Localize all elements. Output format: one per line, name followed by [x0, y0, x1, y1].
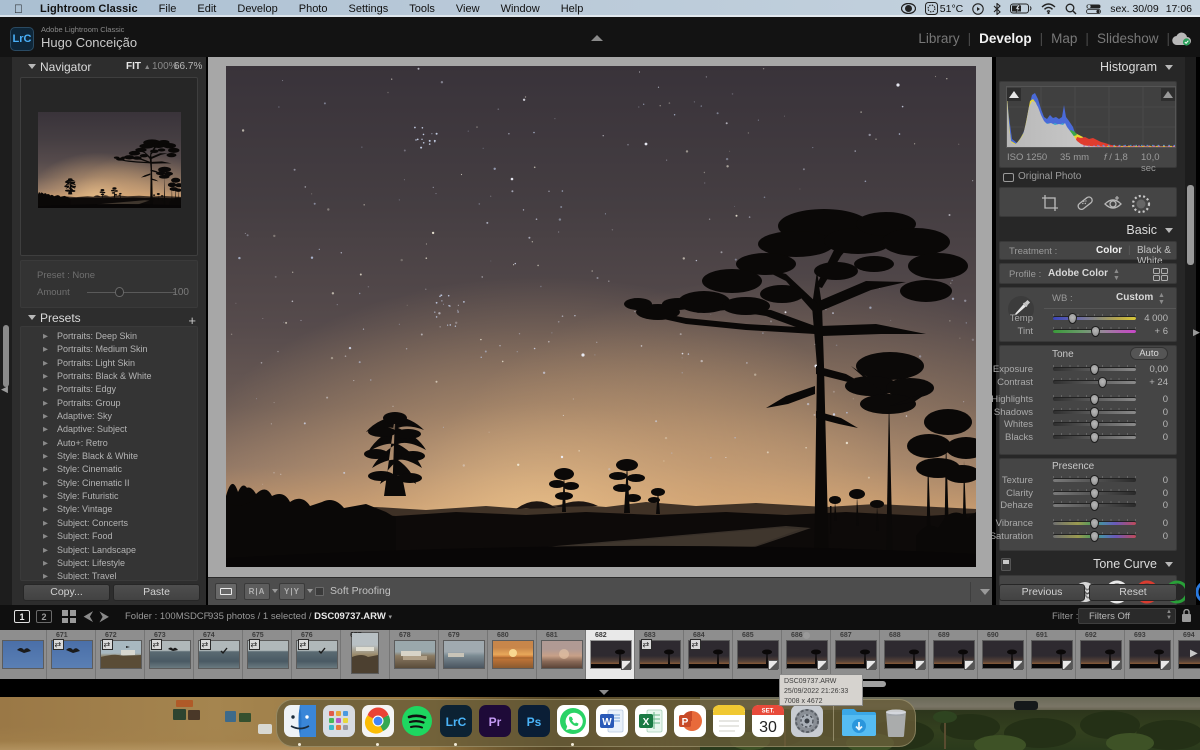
- svg-text:LrC: LrC: [446, 715, 467, 729]
- svg-text:P: P: [682, 717, 689, 728]
- svg-text:SET.: SET.: [762, 709, 775, 715]
- svg-text:W: W: [602, 717, 612, 728]
- svg-text:X: X: [643, 717, 650, 728]
- svg-text:30: 30: [759, 719, 777, 736]
- svg-text:Pr: Pr: [489, 715, 502, 729]
- svg-text:Ps: Ps: [527, 715, 542, 729]
